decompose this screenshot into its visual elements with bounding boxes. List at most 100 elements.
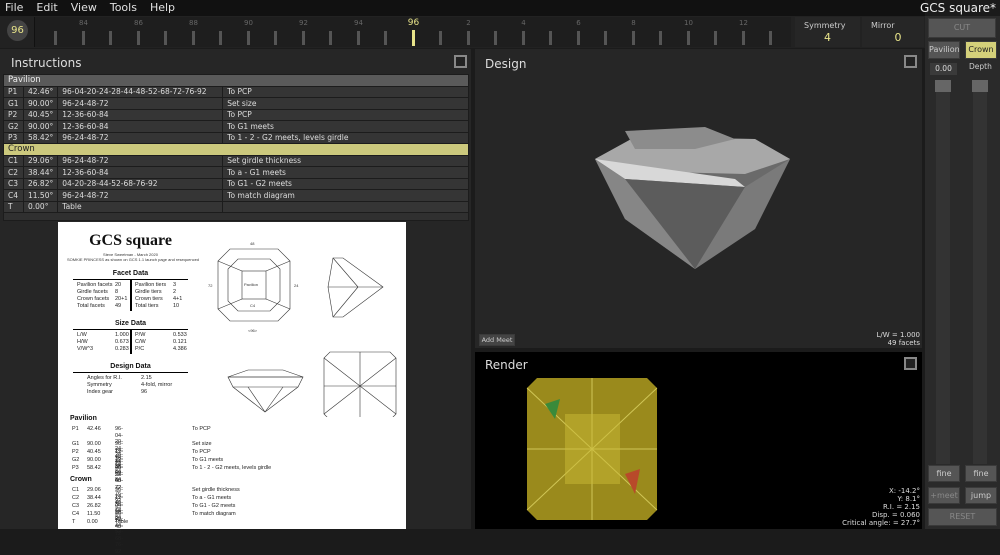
menu-edit[interactable]: Edit [31,0,65,16]
doc-crown-heading: Crown [70,476,92,483]
doc-step-cell: C2 [72,495,80,501]
ruler-tick[interactable] [714,31,717,45]
cut-button[interactable]: CUT [928,18,996,38]
doc-data-value: 96 [141,389,148,395]
table-row[interactable]: C4 11.50° 96-24-48-72 To match diagram [3,189,469,202]
ruler-tick[interactable] [274,31,277,45]
fine-angle-button[interactable]: fine [928,465,960,482]
doc-data-value: 0.121 [173,339,187,345]
depth-value[interactable]: 0.00 [930,63,957,75]
ruler-tick[interactable] [54,31,57,45]
menu-help[interactable]: Help [145,0,183,16]
doc-data-value: 0.673 [115,339,129,345]
diag-label-bottom: <96> [248,328,258,333]
ruler-tick[interactable] [81,31,85,45]
doc-data-label: Total tiers [135,303,159,309]
design-heading: Design Data [110,363,151,370]
crown-button[interactable]: Crown [965,41,997,59]
cell: C2 [3,166,24,179]
ruler-tick[interactable] [439,31,442,45]
doc-title: GCS square [89,232,172,249]
meet-button[interactable]: +meet [928,487,960,504]
add-meet-button[interactable]: Add Meet [479,334,515,346]
menu-tools[interactable]: Tools [105,0,145,16]
ruler-tick[interactable] [741,31,745,45]
table-row[interactable]: C1 29.06° 96-24-48-72 Set girdle thickness [3,154,469,167]
ruler-tick[interactable] [411,30,415,46]
mirror-value: 0 [894,31,902,44]
index-ruler[interactable]: 84 86 88 90 92 94 96 2 4 6 8 10 12 [34,17,791,47]
gem-render[interactable] [525,374,660,524]
menu-bar: File Edit View Tools Help [0,0,925,16]
menu-view[interactable]: View [66,0,105,16]
section-label: Pavilion [3,74,469,87]
doc-data-value: 1.000 [115,332,129,338]
ruler-tick[interactable] [769,31,772,45]
depth-slider[interactable] [972,80,988,464]
table-row[interactable]: P3 58.42° 96-24-48-72 To 1 - 2 - G2 meets, … [3,131,469,144]
doc-step-cell: 26.82 [87,503,101,509]
ruler-tick[interactable] [659,31,662,45]
table-row[interactable]: T 0.00° Table [3,200,469,213]
ruler-tick[interactable] [164,31,167,45]
jump-button[interactable]: jump [965,487,997,504]
ruler-tick[interactable] [246,31,250,45]
doc-step-cell: To G1 meets [192,457,224,463]
ruler-tick[interactable] [191,31,195,45]
pavilion-button[interactable]: Pavilion [928,41,960,59]
ruler-tick[interactable] [494,31,497,45]
section-crown[interactable]: Crown [3,143,469,156]
reset-button[interactable]: RESET [928,508,997,526]
ruler-tick[interactable] [329,31,332,45]
cell: 38.44° [22,166,59,179]
x-angle: X: -14.2° [889,487,920,495]
ruler-tick[interactable] [549,31,552,45]
ruler-tick[interactable] [301,31,305,45]
index-gear-button[interactable]: 96 [7,20,28,41]
ruler-tick[interactable] [604,31,607,45]
ruler-tick[interactable] [521,31,525,45]
maximize-icon[interactable] [904,55,917,68]
cell: 12-36-60-84 [57,166,224,179]
angle-slider[interactable] [935,80,951,464]
maximize-icon[interactable] [904,357,917,370]
ruler-tick[interactable] [686,31,690,45]
ruler-tick[interactable] [219,31,222,45]
gem-3d-view[interactable] [585,119,825,279]
table-row[interactable]: C3 26.82° 04-20-28-44-52-68-76-92 To G1 - G… [3,177,469,190]
doc-step-cell: C3 [72,503,80,509]
cell: P2 [3,108,24,121]
table-row[interactable]: P1 42.46° 96-04-20-24-28-44-48-52-68-72-76… [3,85,469,98]
mirror-control[interactable]: Mirror 0 [862,17,924,47]
doc-step-cell: P2 [72,449,79,455]
section-pavilion[interactable]: Pavilion [3,74,469,87]
ruler-tick[interactable] [576,31,580,45]
cell: To PCP [222,85,469,98]
diag-label-left: 72 [208,283,213,288]
fine-depth-button[interactable]: fine [965,465,997,482]
ruler-label: 94 [354,19,363,27]
facet-count: 49 facets [887,339,920,347]
ruler-tick[interactable] [136,31,140,45]
menu-file[interactable]: File [0,0,31,16]
ruler-tick[interactable] [356,31,360,45]
doc-step-cell: 90.00 [87,441,101,447]
doc-step-cell: G2 [72,457,80,463]
table-row[interactable]: G1 90.00° 96-24-48-72 Set size [3,97,469,110]
symmetry-control[interactable]: Symmetry 4 [795,17,860,47]
doc-step-cell: To a - G1 meets [192,495,232,501]
table-row[interactable]: C2 38.44° 12-36-60-84 To a - G1 meets [3,166,469,179]
cell: C3 [3,177,24,190]
cell: 12-36-60-84 [57,120,224,133]
doc-pavilion-heading: Pavilion [70,415,97,422]
cell: 29.06° [22,154,59,167]
ruler-tick[interactable] [109,31,112,45]
table-row[interactable]: P2 40.45° 12-36-60-84 To PCP [3,108,469,121]
ruler-tick[interactable] [384,31,387,45]
ruler-label: 86 [134,19,143,27]
ruler-tick[interactable] [631,31,635,45]
ruler-label: 2 [466,19,471,27]
table-row[interactable]: G2 90.00° 12-36-60-84 To G1 meets [3,120,469,133]
maximize-icon[interactable] [454,55,467,68]
ruler-tick[interactable] [466,31,470,45]
